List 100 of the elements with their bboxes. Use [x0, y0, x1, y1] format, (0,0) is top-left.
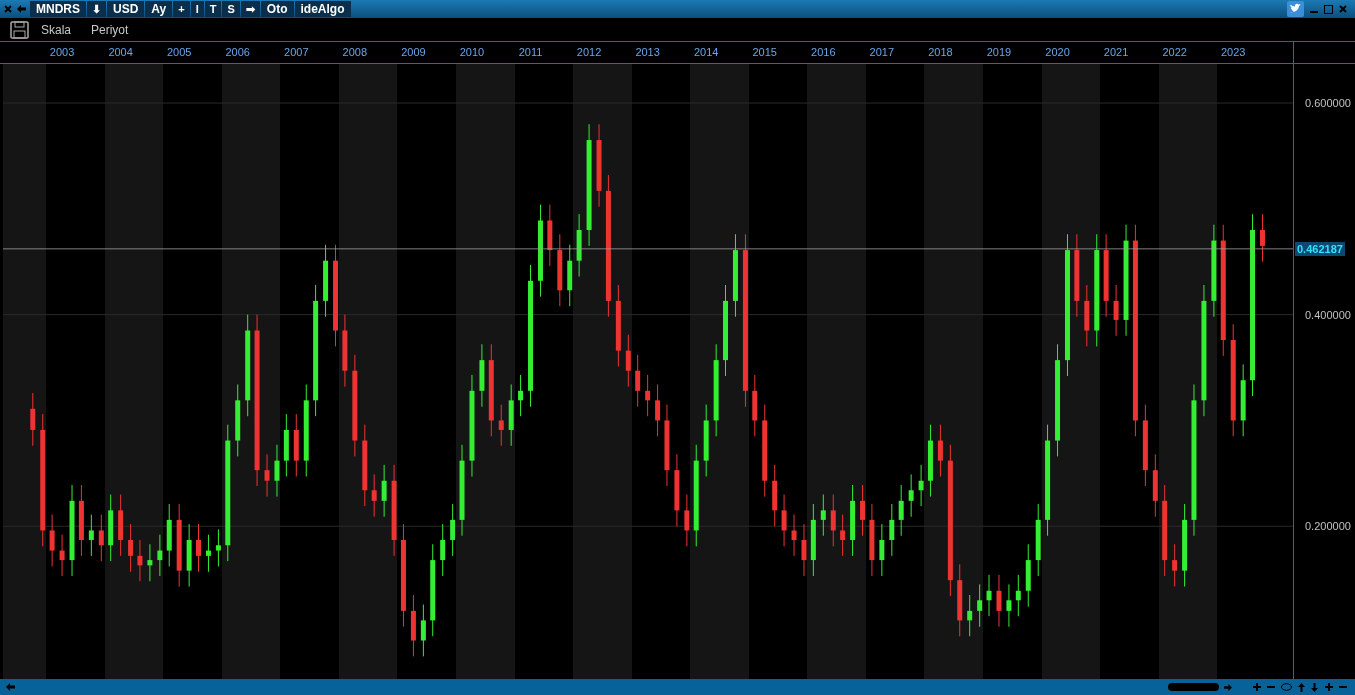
year-label: 2005 — [166, 46, 192, 59]
candlestick — [986, 574, 992, 617]
down-arrow-icon[interactable] — [1311, 682, 1318, 692]
candlestick — [264, 453, 270, 498]
candlestick — [898, 484, 904, 537]
year-label: 2014 — [693, 46, 719, 59]
maximize-icon[interactable] — [1324, 4, 1333, 14]
candlestick — [508, 383, 514, 447]
year-label: 2015 — [752, 46, 777, 59]
candlestick — [820, 494, 826, 537]
candlestick — [879, 523, 885, 577]
candlestick — [840, 514, 846, 557]
toolbar-glyph-button[interactable]: + — [173, 1, 190, 17]
candlestick — [215, 528, 221, 567]
candlestick — [381, 464, 387, 518]
candlestick — [937, 424, 943, 477]
year-label: 2021 — [1103, 46, 1129, 59]
toolbar-glyph-button[interactable]: ➡ — [240, 1, 260, 17]
candlestick — [1172, 543, 1178, 588]
bird-logo-icon[interactable] — [1287, 1, 1304, 17]
candlestick — [772, 464, 778, 527]
candlestick — [49, 514, 55, 567]
year-label: 2017 — [869, 46, 895, 59]
toolbar-button[interactable]: ideAlgo — [294, 1, 351, 17]
candlestick — [918, 464, 924, 507]
scrollbar-thumb[interactable] — [1168, 683, 1219, 691]
candlestick — [371, 473, 377, 518]
candlestick — [967, 594, 973, 637]
candlestick — [205, 534, 211, 573]
candlestick — [752, 374, 758, 437]
candlestick — [137, 539, 143, 582]
candlestick — [1152, 453, 1158, 518]
candlestick — [59, 534, 65, 577]
year-label: 2012 — [576, 46, 602, 59]
year-label: 2004 — [108, 46, 133, 59]
candlestick — [147, 543, 153, 582]
candlestick — [996, 574, 1002, 628]
year-label: 2023 — [1220, 46, 1246, 59]
up-arrow-icon[interactable] — [1298, 682, 1305, 692]
candlestick — [908, 473, 914, 518]
candlestick — [977, 583, 983, 628]
year-label: 2006 — [225, 46, 250, 59]
candlestick — [108, 494, 114, 562]
year-label: 2003 — [49, 46, 75, 59]
year-label: 2010 — [459, 46, 485, 59]
candlestick — [498, 404, 504, 447]
candlestick — [684, 494, 690, 547]
candlestick — [830, 494, 836, 547]
candlestick — [186, 523, 192, 588]
close-icon[interactable] — [1339, 5, 1347, 13]
candlestick — [293, 413, 299, 477]
plus-icon[interactable] — [1325, 683, 1333, 691]
candlestick — [420, 604, 426, 657]
oval-icon[interactable] — [1281, 683, 1292, 691]
candlestick — [118, 494, 124, 557]
candlestick — [801, 523, 807, 577]
year-label: 2007 — [284, 46, 309, 59]
toolbar-glyph-button[interactable]: T — [204, 1, 222, 17]
back-arrow-icon[interactable] — [17, 5, 26, 13]
plus-icon[interactable] — [1253, 683, 1261, 691]
candlestick — [781, 494, 787, 547]
candlestick — [1015, 574, 1021, 617]
candlestick — [1113, 284, 1119, 337]
candlestick — [655, 383, 661, 437]
left-arrow-icon[interactable] — [6, 683, 15, 691]
menu-item[interactable]: Periyot — [91, 20, 129, 39]
current-price-label: 0.462187 — [1295, 241, 1345, 256]
toolbar-button[interactable]: Ay — [145, 1, 173, 17]
candlestick — [518, 374, 524, 417]
close-icon[interactable] — [4, 5, 12, 13]
candlestick — [1025, 543, 1031, 608]
candlestick — [274, 444, 280, 498]
toolbar-button[interactable]: MNDRS — [30, 1, 86, 17]
candlestick — [645, 374, 651, 417]
toolbar-button[interactable]: Oto — [260, 1, 294, 17]
candlestick — [625, 334, 631, 388]
toolbar-button[interactable]: USD — [107, 1, 145, 17]
year-label: 2020 — [1045, 46, 1070, 59]
candlestick — [791, 514, 797, 557]
year-label: 2018 — [928, 46, 953, 59]
axis-tick-label: 0.600000 — [1305, 97, 1351, 110]
axis-tick-label: 0.400000 — [1305, 308, 1351, 321]
candlestick — [547, 204, 553, 267]
year-label: 2022 — [1162, 46, 1187, 59]
minus-icon[interactable] — [1267, 683, 1275, 691]
candlestick — [1006, 583, 1012, 628]
candlestick — [410, 594, 416, 657]
candlestick — [860, 484, 866, 537]
save-icon[interactable] — [10, 20, 29, 39]
toolbar-glyph-button[interactable]: ⬇ — [87, 1, 106, 17]
right-arrow-icon[interactable] — [1224, 683, 1232, 691]
minus-icon[interactable] — [1339, 683, 1347, 691]
candlestick — [30, 392, 36, 447]
candlestick — [98, 514, 104, 562]
toolbar-glyph-button[interactable]: S — [222, 1, 240, 17]
year-label: 2008 — [342, 46, 368, 59]
candlestick — [1260, 213, 1265, 263]
menu-item[interactable]: Skala — [41, 20, 72, 39]
candlestick — [157, 534, 163, 577]
toolbar-glyph-button[interactable]: I — [190, 1, 204, 17]
